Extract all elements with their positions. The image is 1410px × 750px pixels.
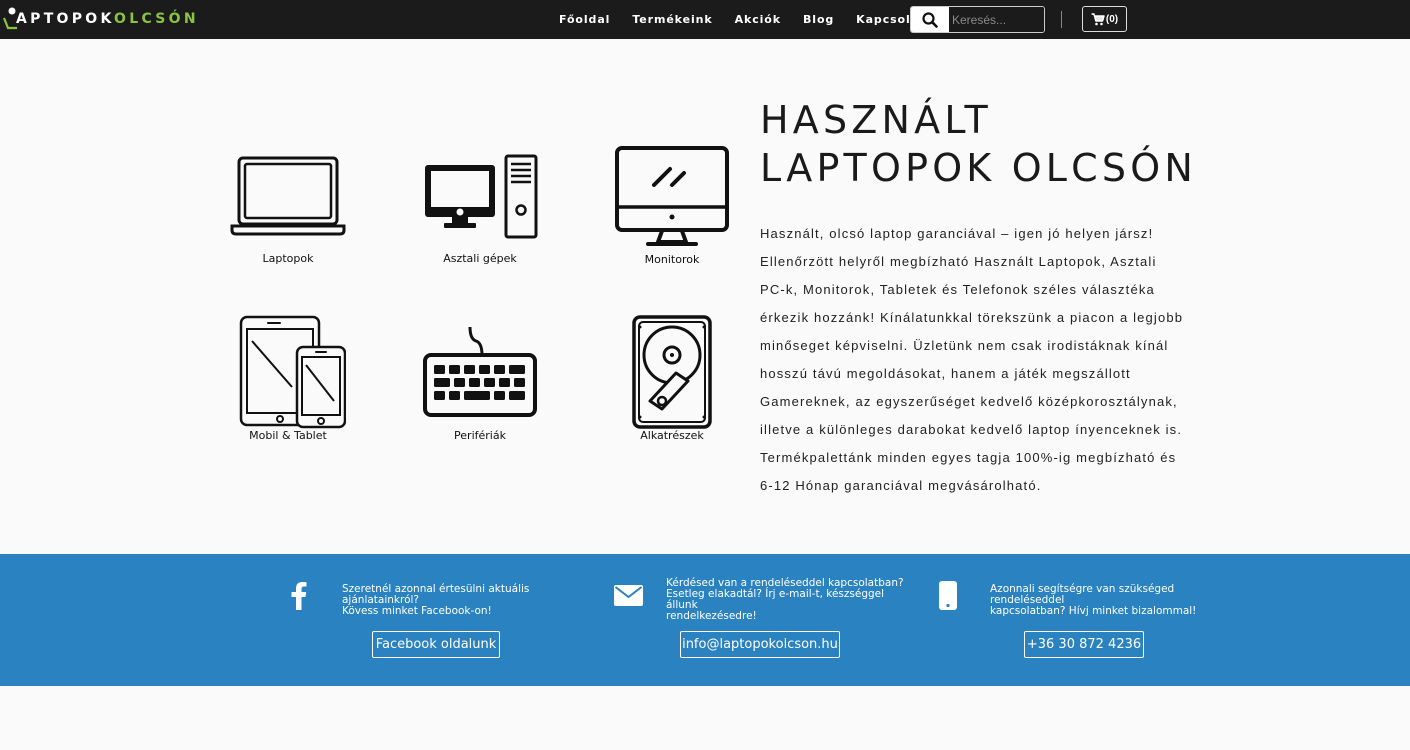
category-label: Mobil & Tablet bbox=[249, 429, 327, 442]
mobile-phone-icon bbox=[939, 581, 957, 610]
facebook-button[interactable]: Facebook oldalunk bbox=[372, 631, 500, 658]
nav-products[interactable]: Termékeink bbox=[632, 13, 712, 26]
search-icon bbox=[922, 11, 938, 28]
contact-band: Szeretnél azonnal értesülni aktuális ajá… bbox=[0, 554, 1410, 686]
search-box bbox=[910, 6, 1045, 33]
category-desktops[interactable]: Asztali gépek bbox=[395, 150, 565, 270]
nav-home[interactable]: Főoldal bbox=[559, 13, 610, 26]
hero-description: Használt, olcsó laptop garanciával – ige… bbox=[760, 220, 1218, 500]
cart-icon bbox=[1091, 12, 1105, 25]
hero-title-line: HASZNÁLT bbox=[760, 98, 992, 142]
main-nav: Főoldal Termékeink Akciók Blog Kapcsolat bbox=[548, 0, 936, 39]
site-logo[interactable]: APTOPOKOLCSÓN bbox=[2, 6, 199, 32]
hero-title-line: LAPTOPOK OLCSÓN bbox=[760, 146, 1197, 190]
phone-text: Azonnali segítségre van szükséged rendel… bbox=[990, 584, 1250, 617]
logo-text: APTOPOKOLCSÓN bbox=[16, 11, 199, 27]
text-line: Kövess minket Facebook-on! bbox=[342, 605, 492, 617]
hero-line: Használt, olcsó laptop garanciával – ige… bbox=[760, 226, 1154, 241]
hero-line: Ellenőrzött helyről megbízható Használt … bbox=[760, 254, 1157, 269]
search-input[interactable] bbox=[949, 7, 1044, 32]
hero-line: érkezik hozzánk! Kínálatunkkal törekszün… bbox=[760, 310, 1184, 325]
cart-button[interactable]: (0) bbox=[1082, 6, 1127, 32]
text-line: kapcsolatban? Hívj minket bizalommal! bbox=[990, 605, 1197, 617]
hero-title: HASZNÁLT LAPTOPOK OLCSÓN bbox=[760, 96, 1280, 192]
category-label: Asztali gépek bbox=[443, 252, 517, 265]
email-text: Kérdésed van a rendeléseddel kapcsolatba… bbox=[666, 578, 916, 622]
hero-line: Termékpalettánk minden egyes tagja 100%-… bbox=[760, 450, 1177, 465]
envelope-icon bbox=[614, 585, 643, 606]
category-peripherals[interactable]: Perifériák bbox=[395, 325, 565, 445]
hero-line: 6-12 Hónap garanciával megvásárolható. bbox=[760, 478, 1042, 493]
monitor-icon bbox=[615, 146, 729, 246]
laptop-icon bbox=[230, 156, 346, 236]
keyboard-icon bbox=[423, 326, 537, 417]
category-mobile-tablet[interactable]: Mobil & Tablet bbox=[203, 315, 373, 445]
nav-blog[interactable]: Blog bbox=[803, 13, 834, 26]
category-laptops[interactable]: Laptopok bbox=[203, 150, 373, 270]
hero-line: illetve a különleges darabokat kedvelő l… bbox=[760, 422, 1183, 437]
text-line: rendelkezésedre! bbox=[666, 610, 757, 622]
category-label: Monitorok bbox=[644, 253, 700, 266]
hero-line: hosszú távú megoldásokat, hanem a játék … bbox=[760, 366, 1131, 381]
tablet-phone-icon bbox=[239, 315, 346, 429]
category-label: Alkatrészek bbox=[640, 429, 704, 442]
email-button[interactable]: info@laptopokolcson.hu bbox=[680, 631, 840, 658]
category-label: Laptopok bbox=[262, 252, 314, 265]
hard-drive-icon bbox=[632, 315, 712, 429]
search-button[interactable] bbox=[911, 7, 949, 32]
top-navbar: APTOPOKOLCSÓN Főoldal Termékeink Akciók … bbox=[0, 0, 1410, 39]
category-parts[interactable]: Alkatrészek bbox=[587, 315, 757, 445]
desktop-pc-icon bbox=[425, 154, 538, 239]
category-monitors[interactable]: Monitorok bbox=[587, 145, 757, 270]
text-line: Szeretnél azonnal értesülni aktuális ajá… bbox=[342, 583, 530, 606]
facebook-icon bbox=[291, 582, 307, 610]
phone-button[interactable]: +36 30 872 4236 bbox=[1024, 631, 1144, 658]
text-line: Esetleg elakadtál? Írj e-mail-t, készség… bbox=[666, 588, 885, 611]
hero-line: Gamereknek, az egyszerűséget kedvelő köz… bbox=[760, 394, 1178, 409]
text-line: Azonnali segítségre van szükséged rendel… bbox=[990, 583, 1175, 606]
hero-line: minőseget képviselni. Üzletünk nem csak … bbox=[760, 338, 1169, 353]
facebook-text: Szeretnél azonnal értesülni aktuális ajá… bbox=[342, 584, 602, 617]
category-label: Perifériák bbox=[454, 429, 506, 442]
cart-count: (0) bbox=[1105, 13, 1119, 25]
nav-sales[interactable]: Akciók bbox=[735, 13, 781, 26]
nav-divider bbox=[1061, 11, 1062, 28]
hero-line: PC-k, Monitorok, Tabletek és Telefonok s… bbox=[760, 282, 1155, 297]
